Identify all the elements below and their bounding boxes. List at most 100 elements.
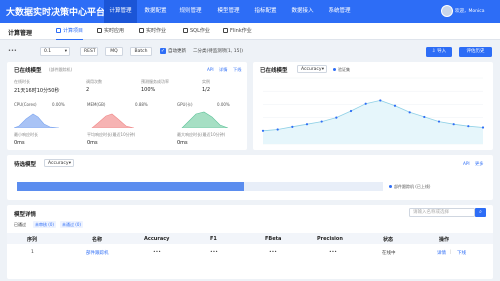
row-action-divider: | (450, 250, 452, 255)
eval-history-button[interactable]: 评估历史 (459, 47, 492, 57)
api-link[interactable]: API (207, 67, 214, 72)
tab-realtime-jobs[interactable]: 实时作业 (139, 23, 166, 40)
data-point[interactable] (335, 116, 338, 119)
mem-value: 0.88% (135, 102, 148, 107)
col-accuracy: Accuracy (144, 236, 170, 242)
gpu-sparkline (181, 111, 229, 128)
nav-item-models[interactable]: 模型管理 (212, 0, 245, 23)
project-icon (56, 27, 61, 33)
mq-button[interactable]: MQ (105, 47, 123, 56)
data-point[interactable] (393, 104, 397, 107)
data-point[interactable] (423, 115, 426, 119)
app-icon (97, 27, 102, 33)
badge-rejected[interactable]: 未通过 (0) (60, 221, 83, 228)
data-point[interactable] (291, 125, 294, 128)
nav-item-data-access[interactable]: 数据接入 (286, 0, 319, 23)
field-label: 在线时长 (14, 79, 30, 84)
rest-button[interactable]: REST (80, 47, 98, 56)
candidate-metric-select[interactable]: Accuracy ▾ (44, 159, 74, 167)
data-point[interactable] (349, 109, 353, 113)
data-point[interactable] (261, 129, 265, 132)
panel-subtitle: (部件跟踪机) (49, 67, 73, 72)
candidate-bar[interactable] (17, 182, 244, 191)
data-point[interactable] (467, 125, 470, 128)
row-offline-link[interactable]: 下线 (457, 250, 466, 256)
panel-title: 已在线模型 (14, 68, 42, 74)
app-title: 大数据实时决策中心平台 (6, 8, 106, 18)
filter-label[interactable]: 已通过 (14, 222, 26, 228)
offline-link[interactable]: 下线 (233, 67, 241, 73)
row-name-link[interactable]: 部件跟踪机 (86, 250, 109, 256)
gpu-value: 0.00% (217, 102, 230, 107)
tab-realtime-apps[interactable]: 实时应用 (97, 23, 124, 40)
sub-navigation: 计算管理 计算项目 实时应用 实时作业 SQL作业 Flink作业 (0, 23, 500, 40)
field-label: 预测服务成功率 (141, 79, 169, 84)
cpu-sparkline (14, 113, 60, 128)
candidate-legend: 部件跟踪机 (已上线) (389, 184, 430, 190)
search-icon: ⌕ (479, 209, 482, 215)
online-duration: 21天16时10分50秒 (14, 88, 60, 94)
avatar[interactable] (441, 5, 453, 17)
field-label: 调用次数 (86, 79, 102, 84)
badge-unreviewed[interactable]: 未审核 (0) (33, 221, 56, 228)
mem-label: MEM(GB) (87, 102, 106, 107)
section-title: 计算管理 (8, 30, 33, 37)
import-icon: ⇩ (431, 49, 436, 54)
data-point[interactable] (379, 99, 382, 102)
col-actions: 操作 (439, 237, 450, 243)
data-point[interactable] (481, 126, 485, 129)
timing-label: 最大响应时长(最近10分钟) (177, 132, 226, 137)
data-point[interactable] (305, 123, 309, 126)
nav-item-data-config[interactable]: 数据配置 (139, 0, 172, 23)
nav-item-compute[interactable]: 计算管理 (104, 0, 137, 23)
tab-sql-jobs[interactable]: SQL作业 (183, 23, 210, 40)
job-icon (139, 27, 144, 33)
flink-icon (223, 27, 228, 33)
instances: 1/2 (202, 87, 211, 93)
min-response: 0ms (14, 140, 25, 146)
call-count: 2 (86, 87, 90, 93)
nav-item-rules[interactable]: 规则管理 (174, 0, 207, 23)
auto-update-checkbox[interactable]: ✓ (160, 48, 166, 54)
row-detail-link[interactable]: 详情 (437, 250, 446, 256)
max-response: 0ms (177, 140, 188, 146)
data-point[interactable] (452, 123, 455, 126)
legend-dot (389, 184, 392, 188)
col-f1: F1 (210, 236, 217, 242)
search-button[interactable]: ⌕ (475, 208, 486, 217)
more-icon[interactable]: ••• (8, 48, 17, 54)
model-details-panel: 模型详情 请输入名称或选择 ⌕ 已通过 未审核 (0) 未通过 (0) 序列 名… (7, 205, 493, 279)
candidate-bar-track (17, 182, 383, 191)
batch-button[interactable]: Batch (130, 47, 152, 56)
version-select[interactable]: 0.1 ▾ (40, 47, 70, 56)
details-title: 模型详情 (14, 212, 37, 218)
user-greeting[interactable]: 欢迎，Monica (455, 8, 484, 14)
accuracy-line-chart (261, 77, 485, 145)
col-fbeta: FBeta (265, 236, 282, 242)
candidates-more-link[interactable]: 更多 (475, 161, 483, 167)
search-input[interactable]: 请输入名称或选择 (409, 208, 475, 217)
tab-compute-projects[interactable]: 计算项目 (56, 23, 84, 40)
details-link[interactable]: 详情 (219, 67, 227, 73)
tab-flink-jobs[interactable]: Flink作业 (223, 23, 252, 40)
col-name: 名称 (92, 237, 103, 243)
data-point[interactable] (320, 120, 323, 123)
row-f1: ••• (210, 250, 218, 255)
cpu-value: 0.00% (52, 102, 65, 107)
data-point[interactable] (364, 102, 367, 105)
series-area (263, 100, 483, 144)
import-button[interactable]: ⇩ 导入 (426, 47, 452, 57)
status-text: 二分类(待监测项[1, 15]) (193, 49, 243, 54)
data-point[interactable] (276, 128, 279, 131)
candidate-models-panel: 待选模型 Accuracy ▾ API 更多 部件跟踪机 (已上线) (7, 155, 493, 200)
nav-item-metrics[interactable]: 指标配置 (249, 0, 282, 23)
candidates-title: 待选模型 (14, 162, 37, 168)
data-point[interactable] (408, 111, 411, 114)
candidates-api-link[interactable]: API (463, 161, 470, 166)
nav-item-system[interactable]: 系统管理 (323, 0, 356, 23)
table-header: 序列 名称 Accuracy F1 FBeta Precision 状态 操作 (7, 233, 493, 244)
data-point[interactable] (437, 120, 441, 123)
toolbar: ••• 0.1 ▾ REST MQ Batch ✓ 自动更新 二分类(待监测项[1… (0, 40, 500, 64)
col-index: 序列 (27, 237, 38, 243)
mem-sparkline (91, 113, 135, 128)
